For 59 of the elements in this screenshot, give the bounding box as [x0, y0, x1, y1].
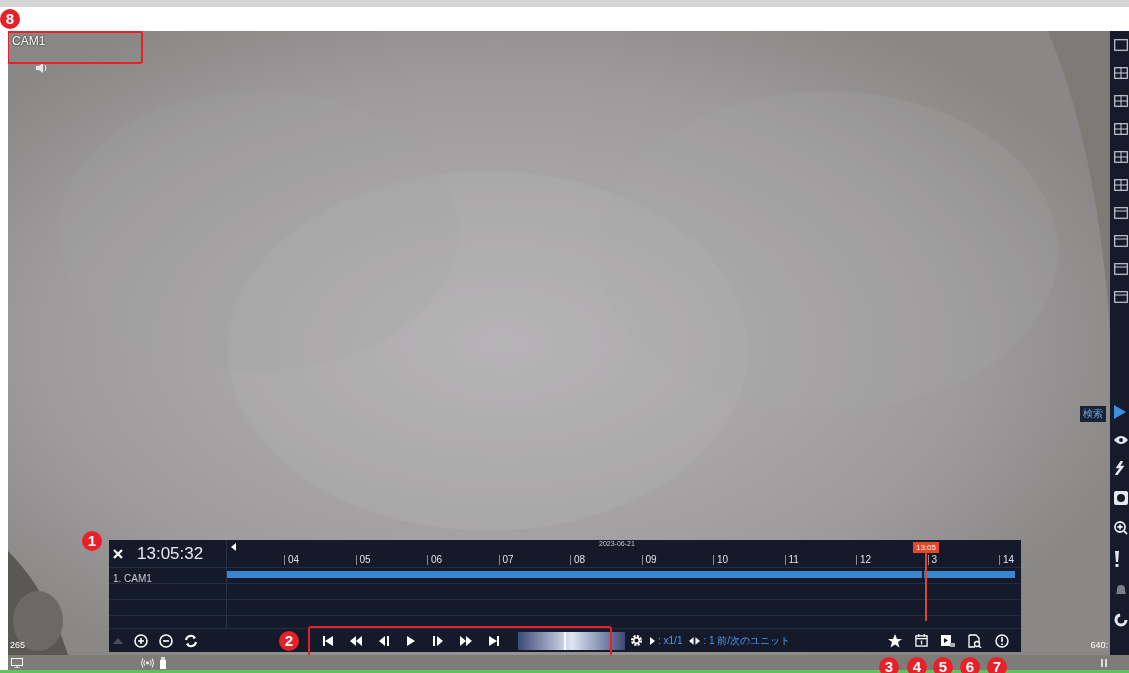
star-icon[interactable]: [888, 633, 902, 648]
split-view-icon[interactable]: [1114, 207, 1128, 219]
zoom-in-icon[interactable]: [1114, 521, 1128, 535]
play-icon[interactable]: [406, 635, 416, 646]
camera-name: CAM1: [12, 34, 46, 48]
skip-end-icon[interactable]: [489, 635, 499, 646]
scroll-left-icon[interactable]: [231, 543, 236, 551]
rewind-icon[interactable]: [350, 635, 362, 646]
hour-tick: 12: [856, 555, 872, 565]
info-icon[interactable]: [995, 633, 1009, 648]
step-forward-icon[interactable]: [433, 635, 443, 646]
hour-tick: 08: [570, 555, 586, 565]
pause-icon[interactable]: [1101, 658, 1107, 667]
monitor-icon[interactable]: [11, 657, 23, 668]
playback-time: 13:05:32: [137, 543, 204, 564]
hour-tick: 09: [641, 555, 657, 565]
grid-icon[interactable]: [1114, 95, 1128, 107]
search-tooltip: 検索: [1080, 406, 1106, 422]
fast-forward-icon[interactable]: [460, 635, 472, 646]
frame-step-icon: [689, 636, 701, 645]
window-icon[interactable]: [1114, 235, 1128, 247]
calendar-icon[interactable]: [915, 634, 928, 647]
resolution-label: 640:: [1090, 640, 1108, 650]
alert-icon[interactable]: [1114, 551, 1120, 567]
channel-name: 1. CAM1: [112, 573, 152, 584]
single-view-icon[interactable]: [1114, 39, 1128, 51]
wireless-icon: [141, 657, 154, 668]
hour-tick: 14: [999, 555, 1015, 565]
hour-tick: 11: [784, 555, 799, 565]
step-back-icon[interactable]: [379, 635, 389, 646]
zoom-out-icon[interactable]: [159, 633, 173, 648]
bell-icon[interactable]: [1114, 583, 1128, 597]
hour-tick: 3: [927, 555, 938, 565]
quad-grid-icon[interactable]: [1114, 67, 1128, 79]
hour-tick: 10: [713, 555, 729, 565]
refresh-icon[interactable]: [1114, 613, 1128, 627]
eye-icon[interactable]: [1114, 435, 1128, 445]
resolution-label: 265: [10, 640, 26, 650]
hour-tick: 07: [498, 555, 514, 565]
settings-icon[interactable]: [630, 634, 643, 647]
grid-icon[interactable]: [1114, 123, 1128, 135]
speaker-icon: [35, 62, 47, 74]
close-icon[interactable]: [113, 548, 123, 559]
unit-label: : 1 前/次のユニット: [703, 633, 791, 648]
camera-icon[interactable]: [1114, 491, 1128, 505]
hour-tick: 05: [355, 555, 371, 565]
usb-drive-icon: [160, 656, 166, 669]
callout-number: 8: [0, 9, 20, 29]
file-search-icon[interactable]: [968, 633, 982, 648]
skip-start-icon[interactable]: [323, 635, 333, 646]
speed-label: : x1/1: [658, 635, 683, 646]
hour-tick: 04: [284, 555, 300, 565]
hour-tick: 06: [427, 555, 443, 565]
speed-slider[interactable]: [518, 631, 625, 650]
video-export-icon[interactable]: [941, 633, 955, 648]
grid-icon[interactable]: [1114, 151, 1128, 163]
zoom-in-icon[interactable]: [134, 633, 148, 648]
grid-icon[interactable]: [1114, 179, 1128, 191]
play-speed-icon: [650, 636, 655, 645]
